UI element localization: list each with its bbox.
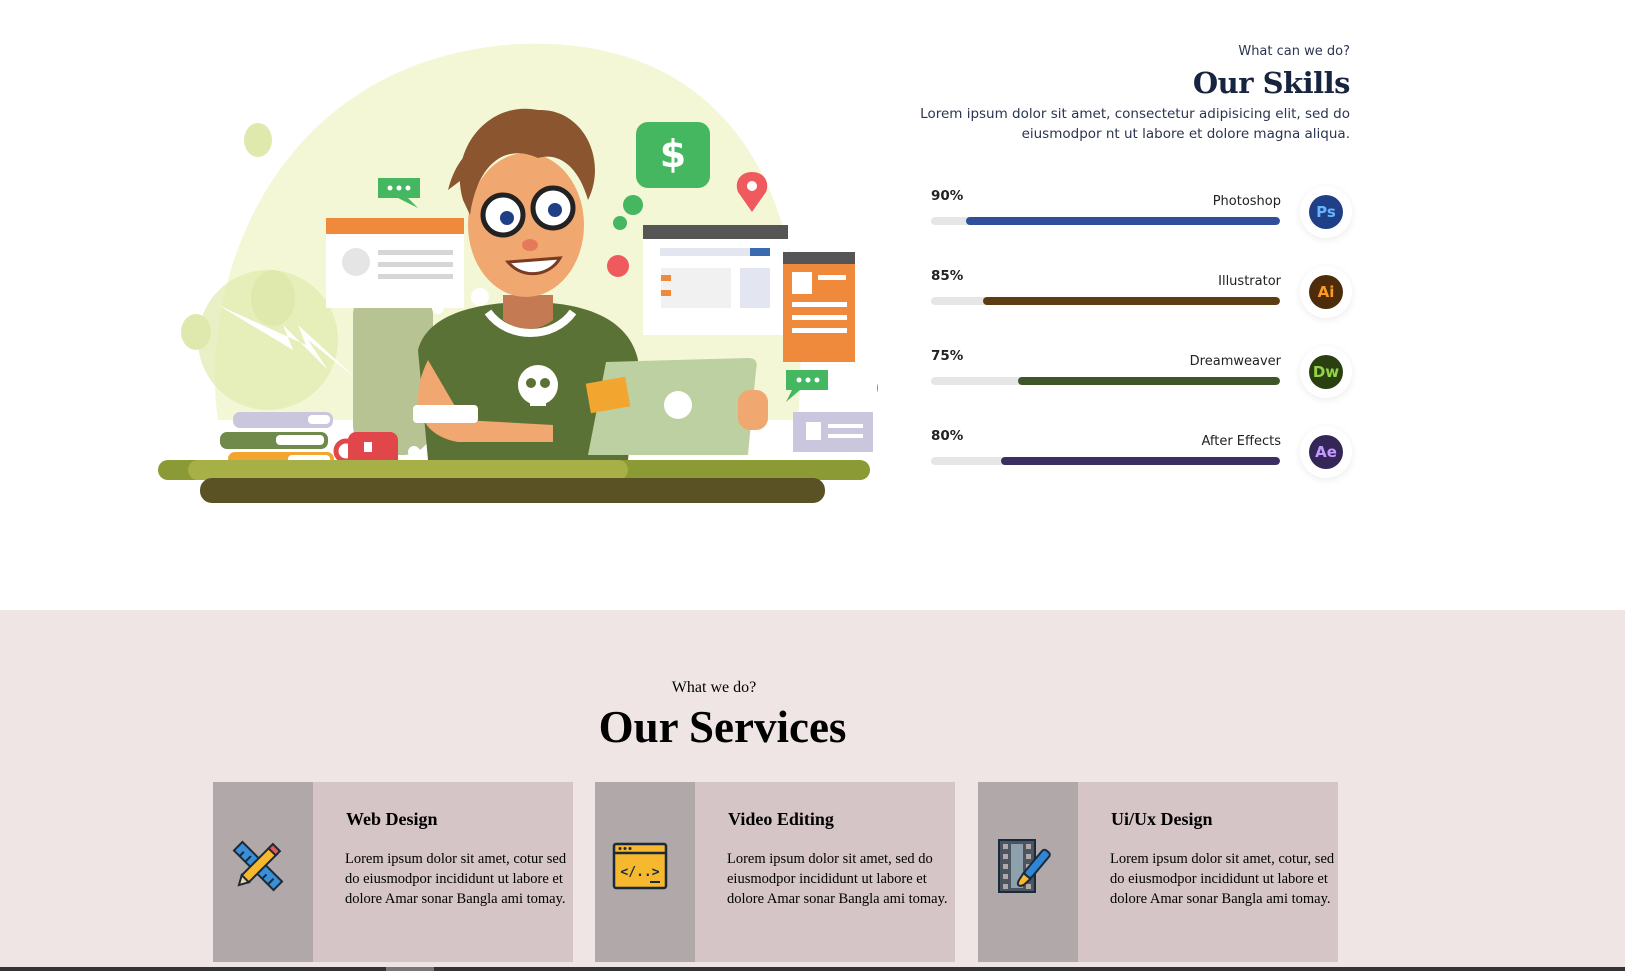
dreamweaver-icon-badge: Dw (1300, 346, 1352, 398)
skills-title: Our Skills (1192, 66, 1351, 100)
skill-progress-fill (1018, 377, 1280, 385)
services-kicker: What we do? (671, 679, 757, 696)
svg-text:$: $ (660, 132, 686, 176)
skill-name: Photoshop (1212, 194, 1281, 209)
services-section: What we do? Our Services Web Design Lore… (0, 610, 1625, 971)
skill-percent: 80% (931, 428, 964, 444)
skill-name: After Effects (1201, 434, 1281, 449)
service-card-video-editing[interactable]: </..> Video Editing Lorem ipsum dolor si… (595, 782, 955, 962)
skills-section: $ What can we do? Our Skills Lorem ipsum… (0, 0, 1625, 610)
ruler-pencil-icon (232, 840, 284, 892)
dreamweaver-icon: Dw (1309, 355, 1343, 389)
service-title: Ui/Ux Design (1111, 809, 1213, 829)
photoshop-icon-badge: Ps (1300, 186, 1352, 238)
services-title: Our Services (598, 702, 847, 752)
skill-progress-fill (983, 297, 1280, 305)
skill-percent: 90% (931, 188, 964, 204)
service-description: Lorem ipsum dolor sit amet, cotur sed do… (345, 851, 567, 907)
photoshop-icon: Ps (1309, 195, 1343, 229)
skill-list: 90% Photoshop Ps 85% Illustrator Ai 75% … (931, 184, 1361, 504)
skill-row-after-effects: 80% After Effects Ae (931, 424, 1361, 504)
skills-description: Lorem ipsum dolor sit amet, consectetur … (920, 106, 1350, 142)
after-effects-icon-badge: Ae (1300, 426, 1352, 478)
skill-percent: 75% (931, 348, 964, 364)
service-title: Video Editing (728, 809, 834, 829)
service-card-ui-ux-design[interactable]: Ui/Ux Design Lorem ipsum dolor sit amet,… (978, 782, 1338, 962)
skill-row-dreamweaver: 75% Dreamweaver Dw (931, 344, 1361, 424)
service-description: Lorem ipsum dolor sit amet, sed do eiusm… (727, 851, 948, 907)
service-icon-box: </..> (595, 782, 695, 962)
skill-progress-fill (1000, 457, 1280, 465)
service-icon-box (978, 782, 1078, 962)
illustrator-icon-badge: Ai (1300, 266, 1352, 318)
skill-percent: 85% (931, 268, 964, 284)
service-card-web-design[interactable]: Web Design Lorem ipsum dolor sit amet, c… (213, 782, 573, 962)
code-window-icon: </..> (612, 842, 668, 890)
after-effects-icon: Ae (1309, 435, 1343, 469)
developer-at-desk-illustration: $ (158, 43, 878, 503)
horizontal-scrollbar[interactable] (0, 967, 1625, 971)
service-icon-box (213, 782, 313, 962)
skills-header: What can we do? Our Skills Lorem ipsum d… (870, 43, 1350, 144)
service-description: Lorem ipsum dolor sit amet, cotur, sed d… (1110, 851, 1335, 907)
scrollbar-thumb[interactable] (386, 967, 434, 971)
skill-progress-track (931, 217, 1280, 225)
svg-text:</..>: </..> (620, 865, 659, 880)
service-title: Web Design (346, 809, 438, 829)
skill-row-photoshop: 90% Photoshop Ps (931, 184, 1361, 264)
film-brush-icon (998, 839, 1051, 893)
skill-row-illustrator: 85% Illustrator Ai (931, 264, 1361, 344)
skill-progress-track (931, 297, 1280, 305)
illustrator-icon: Ai (1309, 275, 1343, 309)
skill-progress-fill (965, 217, 1280, 225)
skill-name: Dreamweaver (1189, 354, 1281, 369)
skills-kicker: What can we do? (1238, 44, 1350, 59)
skill-progress-track (931, 377, 1280, 385)
skill-name: Illustrator (1218, 274, 1281, 289)
skill-progress-track (931, 457, 1280, 465)
